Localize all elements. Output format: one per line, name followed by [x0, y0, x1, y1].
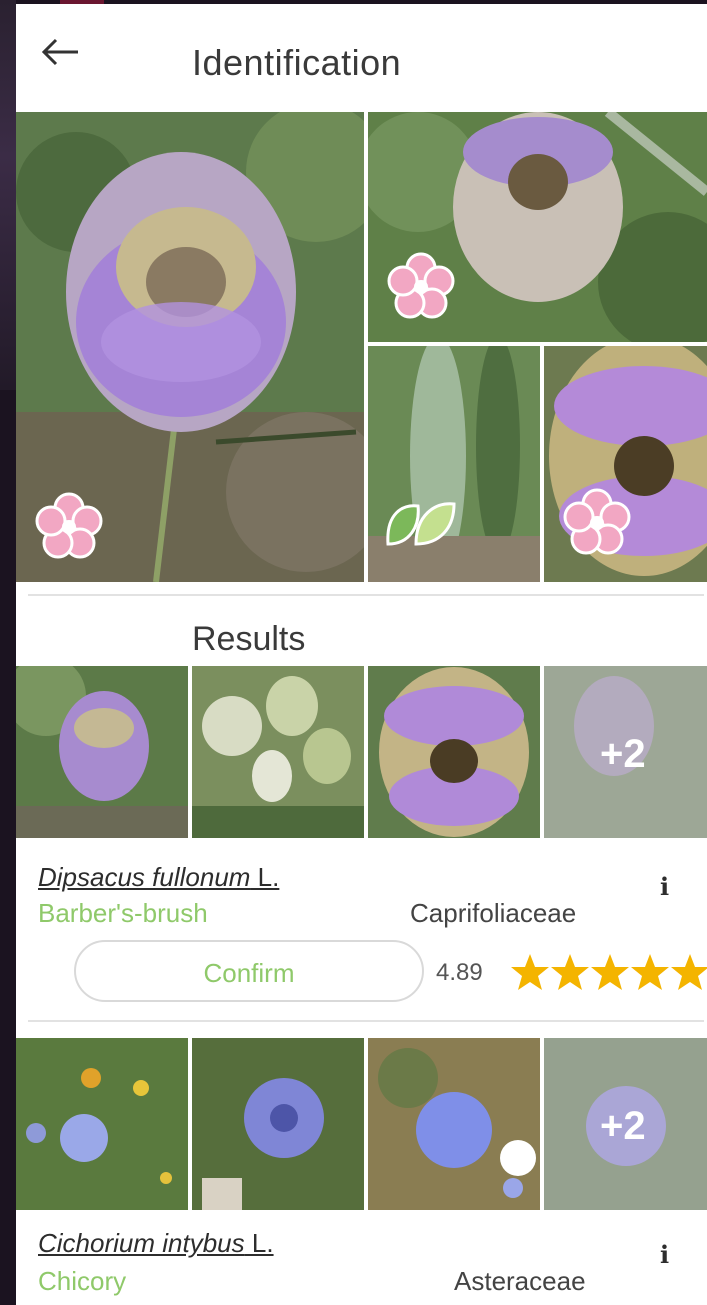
identification-images — [16, 112, 707, 582]
common-name: Chicory — [38, 1266, 127, 1296]
leaf-organ-icon — [382, 494, 458, 554]
divider — [28, 1020, 704, 1022]
star-icon — [511, 954, 549, 990]
star-icon — [671, 954, 707, 990]
result-image[interactable] — [368, 1038, 540, 1210]
arrow-left-icon — [41, 38, 78, 66]
extra-images-count: +2 — [600, 732, 646, 776]
info-icon[interactable]: i — [660, 1240, 669, 1269]
result-1-images[interactable]: +2 — [16, 666, 707, 838]
score-value: 4.89 — [436, 959, 483, 986]
divider — [28, 594, 704, 596]
top-bar: Identification — [16, 4, 707, 112]
result-image[interactable] — [192, 1038, 364, 1210]
result-more-images[interactable]: +2 — [544, 666, 707, 838]
result-image[interactable] — [192, 666, 364, 838]
background-strip — [0, 0, 16, 390]
identification-image-1[interactable] — [16, 112, 364, 582]
rating-stars — [510, 952, 707, 997]
confirm-label: Confirm — [203, 958, 295, 988]
back-button[interactable] — [40, 32, 80, 72]
page-title: Identification — [192, 42, 402, 83]
result-2-images[interactable]: +2 — [16, 1038, 707, 1210]
family-name: Asteraceae — [454, 1266, 586, 1296]
extra-images-count: +2 — [600, 1104, 646, 1148]
results-title: Results — [192, 620, 306, 658]
flower-organ-icon — [562, 488, 632, 558]
star-icon — [631, 954, 669, 990]
species-name[interactable]: Dipsacus fullonum L. — [38, 862, 279, 893]
identification-image-2[interactable] — [368, 112, 707, 342]
star-icon — [551, 954, 589, 990]
family-name: Caprifoliaceae — [410, 898, 577, 928]
result-image[interactable] — [16, 1038, 188, 1210]
result-more-images[interactable]: +2 — [544, 1038, 707, 1210]
info-icon[interactable]: i — [660, 872, 669, 901]
flower-organ-icon — [34, 492, 104, 562]
result-image[interactable] — [16, 666, 188, 838]
identification-image-4[interactable] — [544, 346, 707, 582]
species-name[interactable]: Cichorium intybus L. — [38, 1228, 274, 1259]
result-image[interactable] — [368, 666, 540, 838]
flower-organ-icon — [386, 252, 456, 322]
identification-image-3[interactable] — [368, 346, 540, 582]
common-name: Barber's-brush — [38, 898, 208, 928]
app-screen: Identification Results +2 Dipsacus fullo… — [16, 4, 707, 1305]
confirm-button[interactable]: Confirm — [74, 940, 424, 1002]
star-icon — [591, 954, 629, 990]
